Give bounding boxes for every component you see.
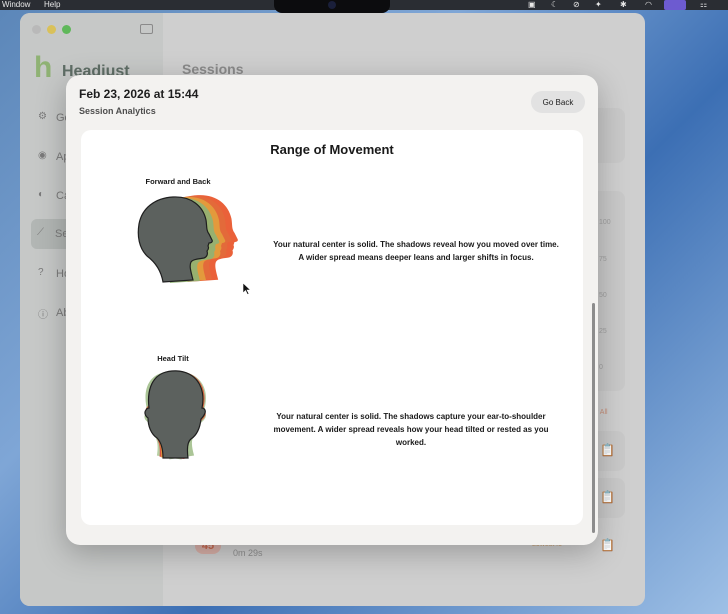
clipboard-icon[interactable]: 📋 — [600, 443, 615, 457]
app-logo-icon: h — [34, 51, 53, 84]
app-status-icon[interactable]: ▣ — [528, 0, 536, 10]
forward-back-head-icon — [137, 195, 238, 283]
zoom-button[interactable] — [62, 25, 71, 34]
range-of-movement-card: Range of Movement Forward and Back Your … — [81, 130, 583, 525]
session-duration: 0m 29s — [233, 548, 263, 558]
axis-tick: 50 — [599, 292, 607, 299]
close-button[interactable] — [32, 25, 41, 34]
wifi-icon[interactable]: ◠ — [645, 0, 652, 10]
gear-icon: ⚙ — [38, 111, 47, 122]
session-date: Feb 23, 2026 at 15:44 — [79, 87, 199, 101]
menu-help[interactable]: Help — [44, 0, 60, 10]
figure-description-head-tilt: Your natural center is solid. The shadow… — [273, 412, 549, 447]
clipboard-icon[interactable]: 📋 — [600, 538, 615, 552]
axis-tick: 75 — [599, 256, 607, 263]
camera-notch — [274, 0, 390, 13]
active-app-badge[interactable] — [664, 0, 686, 10]
mouse-pointer-icon — [243, 283, 251, 295]
speaker-icon: ◐ — [38, 189, 45, 200]
tool-icon[interactable]: ✦ — [595, 0, 602, 10]
scrollbar[interactable] — [592, 303, 595, 533]
axis-tick: 0 — [599, 364, 603, 371]
slash-circle-icon[interactable]: ⊘ — [573, 0, 580, 10]
moon-icon[interactable]: ☾ — [551, 0, 558, 10]
camera-icon — [328, 1, 336, 9]
figure-description-forward-back: Your natural center is solid. The shadow… — [273, 240, 559, 262]
figure-label-forward-back: Forward and Back — [145, 177, 211, 186]
sheet-subtitle: Session Analytics — [79, 106, 156, 116]
chart-icon: ⟋ — [37, 227, 44, 238]
eye-icon: ◉ — [38, 150, 47, 161]
sidebar-toggle-icon[interactable] — [140, 24, 153, 34]
minimize-button[interactable] — [47, 25, 56, 34]
clipboard-icon[interactable]: 📋 — [600, 490, 615, 504]
section-title: Range of Movement — [270, 142, 394, 157]
menu-window[interactable]: Window — [2, 0, 30, 10]
bluetooth-icon[interactable]: ✱ — [620, 0, 627, 10]
question-icon: ? — [38, 267, 44, 278]
session-analytics-sheet: Feb 23, 2026 at 15:44 Session Analytics … — [66, 75, 598, 545]
head-tilt-head-icon — [139, 368, 213, 460]
control-center-icon[interactable]: ⚏ — [700, 0, 707, 10]
info-icon: ⓘ — [38, 310, 48, 321]
axis-tick: 100 — [599, 219, 611, 226]
axis-tick: 25 — [599, 328, 607, 335]
figure-label-head-tilt: Head Tilt — [157, 354, 189, 363]
go-back-button[interactable]: Go Back — [531, 91, 585, 113]
